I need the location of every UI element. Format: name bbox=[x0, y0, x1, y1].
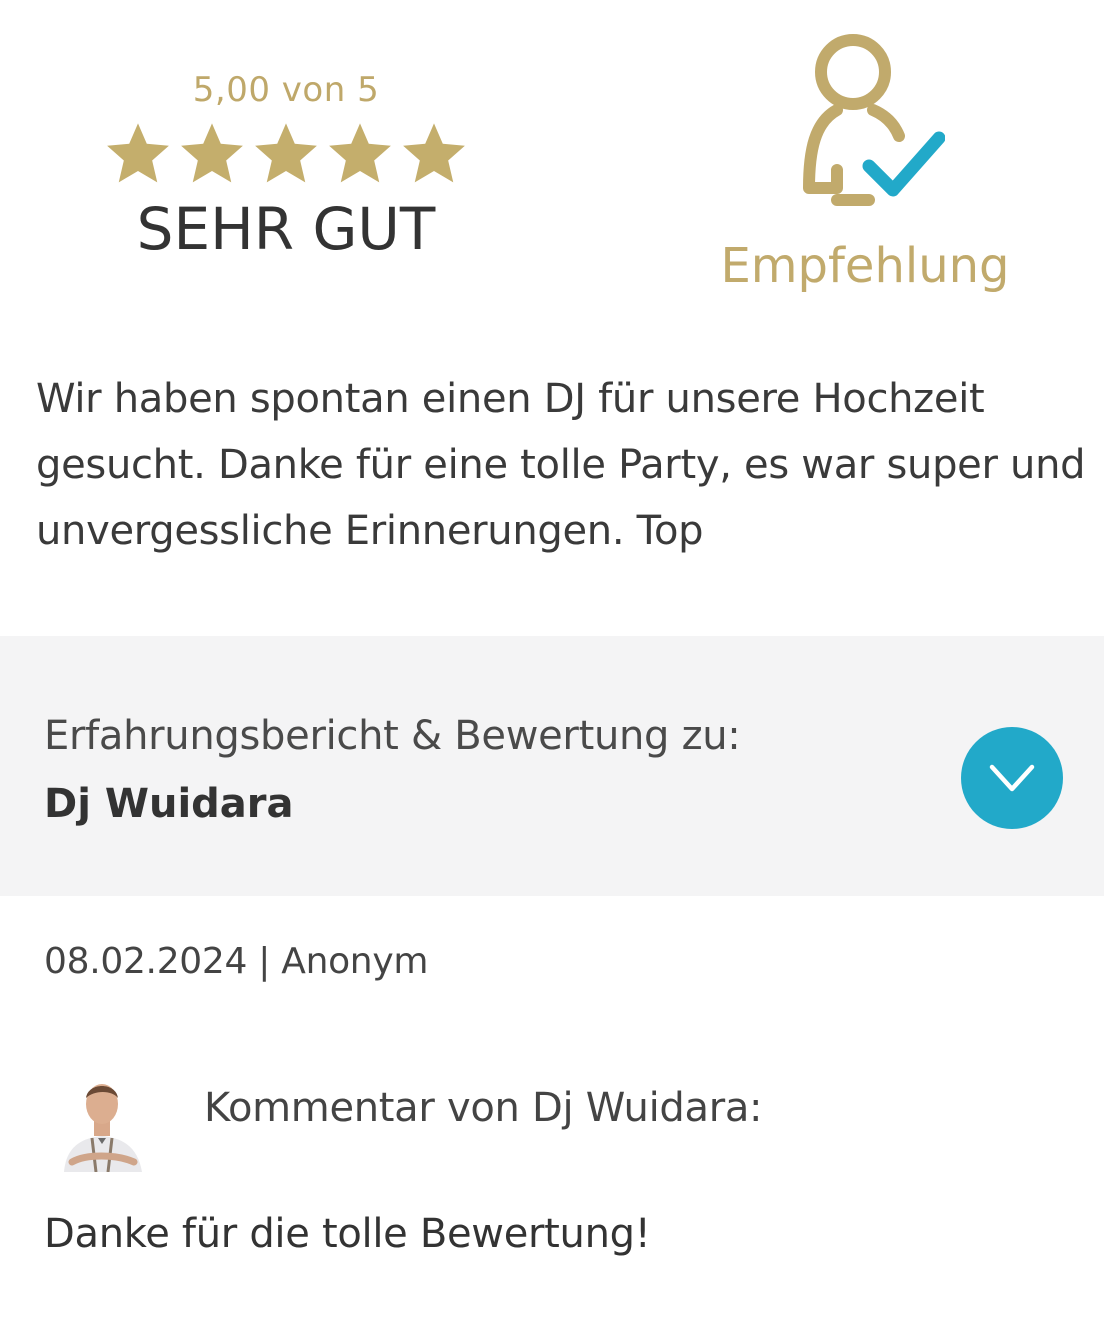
review-meta: 08.02.2024 | Anonym bbox=[44, 941, 429, 982]
recommendation: Empfehlung bbox=[700, 30, 1030, 296]
star-icon bbox=[104, 120, 172, 194]
review-subject-panel[interactable]: Erfahrungsbericht & Bewertung zu: Dj Wui… bbox=[0, 636, 1104, 896]
star-icon bbox=[400, 120, 468, 194]
comment-heading: Kommentar von Dj Wuidara: bbox=[204, 1085, 763, 1131]
rating-summary: 5,00 von 5 SEHR GUT bbox=[80, 62, 492, 266]
star-icon bbox=[178, 120, 246, 194]
comment-text: Danke für die tolle Bewertung! bbox=[44, 1211, 651, 1257]
review-text: Wir haben spontan einen DJ für unsere Ho… bbox=[36, 376, 1086, 554]
review-subject-heading: Erfahrungsbericht & Bewertung zu: bbox=[44, 713, 741, 759]
star-icon bbox=[326, 120, 394, 194]
chevron-down-icon bbox=[989, 764, 1035, 792]
user-check-icon bbox=[803, 34, 945, 206]
review-subject-name: Dj Wuidara bbox=[44, 781, 294, 827]
expand-button[interactable] bbox=[961, 727, 1063, 829]
star-icon bbox=[252, 120, 320, 194]
rating-score: 5,00 von 5 bbox=[192, 70, 380, 110]
rating-label: SEHR GUT bbox=[136, 195, 436, 263]
review-card: 5,00 von 5 SEHR GUT Empfehlung Wir haben… bbox=[0, 0, 1104, 1318]
avatar bbox=[56, 1074, 148, 1172]
star-rating bbox=[80, 120, 492, 194]
recommendation-label: Empfehlung bbox=[720, 238, 1010, 294]
